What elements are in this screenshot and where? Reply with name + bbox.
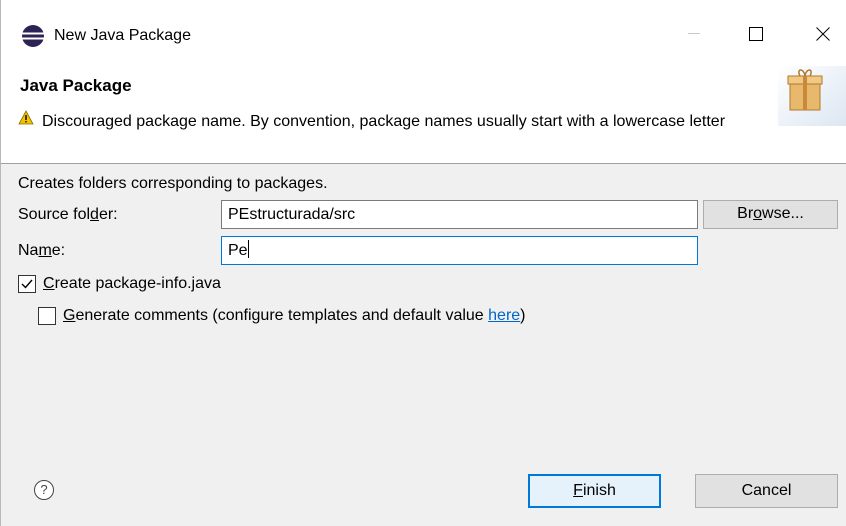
- new-java-package-dialog: New Java Package Java Package Discourage…: [0, 0, 846, 526]
- page-title: Java Package: [20, 76, 132, 95]
- close-icon: [816, 27, 830, 41]
- source-folder-field[interactable]: PEstructurada/src: [221, 200, 698, 229]
- source-folder-value: PEstructurada/src: [228, 206, 356, 223]
- create-package-info-checkbox[interactable]: [18, 275, 36, 293]
- generate-comments-label[interactable]: Generate comments (configure templates a…: [63, 305, 526, 327]
- warning-message: Discouraged package name. By convention,…: [42, 113, 726, 130]
- finish-button[interactable]: Finish: [528, 474, 661, 508]
- package-name-value: Pe: [228, 242, 248, 259]
- minimize-icon: [688, 33, 700, 34]
- browse-button[interactable]: Browse...: [703, 200, 838, 229]
- close-button[interactable]: [801, 14, 845, 54]
- page-description: Creates folders corresponding to package…: [18, 175, 328, 192]
- wizard-header: Java Package Discouraged package name. B…: [1, 60, 846, 164]
- window-title: New Java Package: [54, 27, 191, 44]
- maximize-icon: [749, 27, 763, 41]
- title-bar[interactable]: New Java Package: [1, 0, 846, 60]
- minimize-button[interactable]: [672, 14, 716, 54]
- package-banner-icon: [778, 66, 846, 126]
- text-caret: [247, 240, 249, 258]
- checkmark-icon: [21, 279, 33, 289]
- create-package-info-label[interactable]: Create package-info.java: [43, 273, 221, 295]
- help-icon[interactable]: ?: [34, 480, 54, 500]
- source-folder-label: Source folder:: [18, 206, 118, 223]
- here-link[interactable]: here: [488, 307, 520, 324]
- package-name-input[interactable]: Pe: [221, 236, 698, 265]
- generate-comments-checkbox[interactable]: [38, 307, 56, 325]
- name-label: Name:: [18, 242, 66, 259]
- eclipse-logo-icon: [22, 25, 44, 47]
- cancel-button[interactable]: Cancel: [695, 474, 838, 508]
- wizard-body: Creates folders corresponding to package…: [1, 164, 846, 526]
- maximize-button[interactable]: [734, 14, 778, 54]
